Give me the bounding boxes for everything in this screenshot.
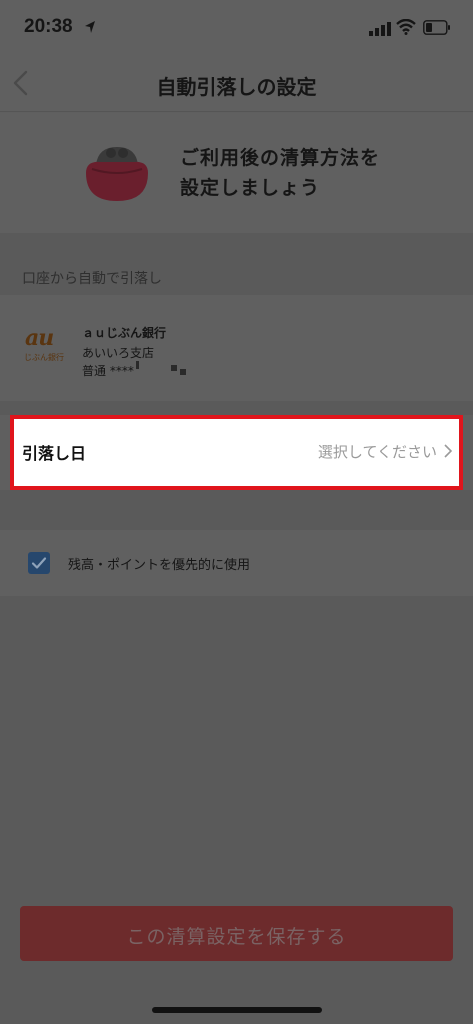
mosaic-mark [180, 369, 186, 375]
mosaic-mark [136, 361, 139, 369]
bank-branch: あいいろ支店 [82, 346, 155, 360]
save-settings-button[interactable]: この清算設定を保存する [20, 906, 453, 961]
checkmark-icon [31, 557, 47, 569]
home-indicator[interactable] [152, 1007, 322, 1013]
chevron-right-icon [444, 444, 453, 458]
bank-logo-mark: au [25, 325, 54, 351]
prioritize-balance-label: 残高・ポイントを優先的に使用 [68, 558, 251, 573]
save-button-label: この清算設定を保存する [126, 927, 347, 948]
status-bar: 20:38 [0, 0, 473, 56]
bank-logo-sub: じぶん銀行 [24, 353, 64, 362]
nav-bar: 自動引落しの設定 [0, 56, 473, 112]
withdrawal-date-row[interactable]: 引落し日 選択してください [10, 415, 463, 490]
spacer [0, 401, 473, 415]
battery-icon [423, 20, 450, 35]
hero-text: ご利用後の清算方法を 設定しましょう [180, 147, 381, 199]
bank-account-row[interactable]: au じぶん銀行 ａｕじぶん銀行 あいいろ支店 普通 **** [0, 295, 473, 401]
section-header: 口座から自動で引落し [0, 233, 473, 295]
hero-banner: ご利用後の清算方法を 設定しましょう [0, 113, 473, 233]
signal-icon [369, 22, 391, 36]
account-number: 普通 **** [82, 364, 134, 378]
prioritize-balance-checkbox[interactable] [28, 552, 50, 574]
prioritize-balance-option[interactable]: 残高・ポイントを優先的に使用 [0, 530, 473, 596]
location-arrow-icon [85, 21, 95, 33]
bank-logo: au じぶん銀行 [22, 325, 70, 365]
purse-icon [86, 147, 148, 201]
bank-name: ａｕじぶん銀行 [82, 326, 167, 340]
status-time: 20:38 [24, 16, 73, 37]
spacer [0, 490, 473, 530]
section-label: 口座から自動で引落し [22, 271, 162, 287]
page-title: 自動引落しの設定 [156, 75, 317, 99]
wifi-icon [396, 19, 416, 35]
withdrawal-date-value: 選択してください [317, 443, 437, 461]
mosaic-mark [171, 365, 177, 371]
withdrawal-date-label: 引落し日 [22, 444, 87, 463]
